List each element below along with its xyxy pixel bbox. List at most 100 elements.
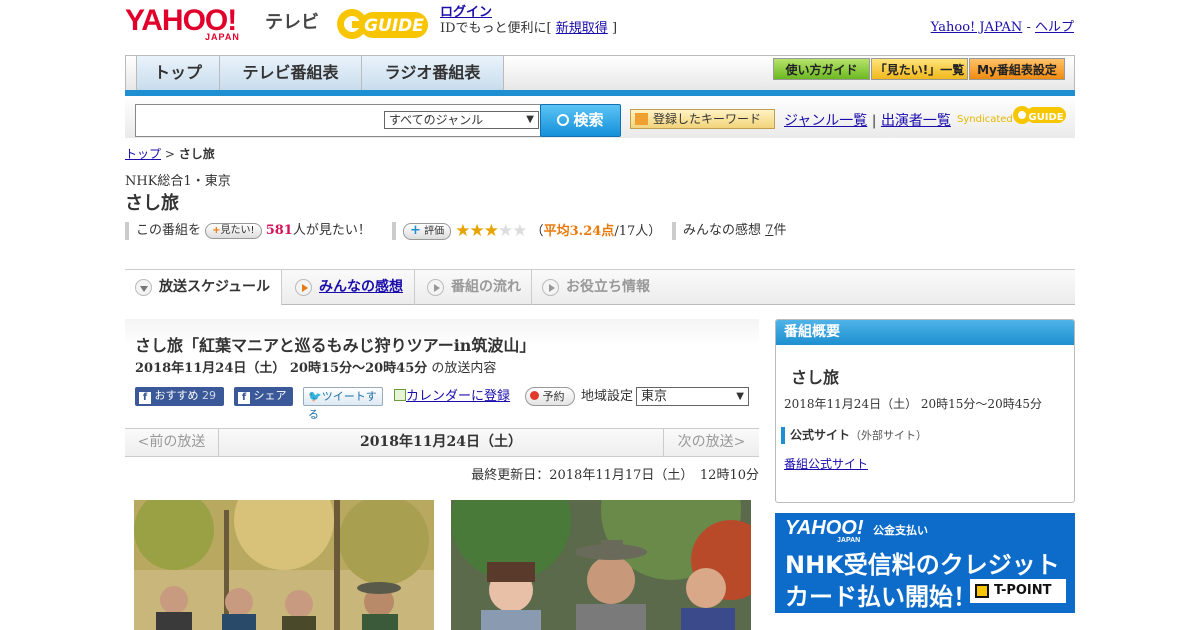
official-site-label: 公式サイト — [790, 428, 851, 442]
region-select[interactable]: 東京 ▼ — [636, 387, 749, 406]
summary-title: さし旅 — [791, 368, 840, 387]
recommend-label: おすすめ — [154, 389, 199, 402]
keyword-button-label: 登録したキーワード — [653, 112, 762, 126]
episode-date-suffix: の放送内容 — [431, 361, 497, 376]
gguide-text: GUIDE — [364, 16, 424, 36]
ad-line-1: NHK受信料のクレジット — [785, 551, 1060, 579]
want-count: 581 — [265, 223, 293, 238]
tpoint-icon — [975, 584, 989, 598]
tv-label: テレビ — [265, 12, 319, 33]
breadcrumb: トップ > さし旅 — [125, 145, 215, 162]
summary-datetime: 2018年11月24日（土） 20時15分～20時45分 — [784, 397, 1042, 411]
main-nav: トップ テレビ番組表 ラジオ番組表 使い方ガイド 「見たい!」一覧 My番組表設… — [125, 55, 1075, 91]
calendar-icon — [394, 389, 406, 401]
rate-button[interactable]: + 評価 — [403, 223, 452, 240]
prev-broadcast-link[interactable]: <前の放送 — [125, 429, 219, 456]
my-schedule-button[interactable]: My番組表設定 — [969, 58, 1065, 80]
gguide-logo[interactable]: GUIDE — [334, 6, 432, 42]
star-empty-icon: ★ — [497, 221, 513, 241]
login-link[interactable]: ログイン — [440, 5, 492, 20]
tab-info[interactable]: お役立ち情報 — [532, 270, 672, 305]
rating-count: /17人） — [614, 224, 662, 239]
syndicated-gguide-text: GUIDE — [1028, 112, 1063, 123]
tpoint-badge: T-POINT — [970, 579, 1066, 603]
rating-average: 平均3.24点 — [543, 224, 615, 239]
nav-tab-top[interactable]: トップ — [136, 56, 220, 90]
top-links-sep: - — [1026, 20, 1031, 35]
login-prompt: IDでもっと便利に[ — [440, 21, 552, 36]
guide-button[interactable]: 使い方ガイド — [773, 58, 870, 80]
nav-tab-radio[interactable]: ラジオ番組表 — [362, 56, 504, 90]
next-broadcast-link[interactable]: 次の放送> — [663, 429, 759, 456]
nav-tab-tv[interactable]: テレビ番組表 — [220, 56, 362, 90]
chevron-down-icon: ▼ — [736, 391, 744, 402]
yahoo-logo[interactable]: YAHOO! JAPAN — [125, 6, 260, 43]
calendar-area: カレンダーに登録 — [394, 387, 510, 406]
tab-info-label: お役立ち情報 — [566, 279, 650, 295]
login-close: ] — [611, 21, 618, 36]
region-label: 地域設定 — [581, 389, 634, 404]
syndicated-label: Syndicated — [957, 114, 1013, 125]
star-filled-icon: ★ — [483, 221, 499, 241]
program-tabs: 放送スケジュール みんなの感想 番組の流れ お役立ち情報 — [125, 269, 1075, 305]
play-icon — [542, 279, 559, 296]
tab-flow[interactable]: 番組の流れ — [417, 270, 532, 305]
recommend-count: 29 — [202, 389, 216, 402]
cast-list-link[interactable]: 出演者一覧 — [881, 113, 951, 129]
genre-list-link[interactable]: ジャンル一覧 — [784, 113, 867, 129]
star-filled-icon: ★ — [469, 221, 484, 241]
genre-select-value: すべてのジャンル — [389, 113, 484, 127]
play-icon — [427, 279, 444, 296]
search-icon — [557, 114, 570, 126]
rating-open: （ — [530, 224, 544, 239]
breadcrumb-current: さし旅 — [178, 147, 215, 161]
yahoo-japan-link[interactable]: Yahoo! JAPAN — [931, 20, 1023, 35]
ad-brand-sub: JAPAN — [837, 537, 861, 544]
last-updated: 最終更新日：2018年11月17日（土） 12時10分 — [471, 468, 759, 483]
chevron-down-icon: ▼ — [526, 114, 534, 125]
tab-impressions[interactable]: みんなの感想 — [285, 270, 415, 305]
search-button[interactable]: 検索 — [540, 104, 621, 137]
reserve-button[interactable]: 予約 — [525, 387, 575, 406]
want-list-button[interactable]: 「見たい!」一覧 — [871, 58, 968, 80]
star-empty-icon: ★ — [512, 221, 527, 241]
calendar-link[interactable]: カレンダーに登録 — [406, 389, 510, 404]
tab-impressions-label: みんなの感想 — [319, 279, 403, 295]
tab-flow-label: 番組の流れ — [451, 279, 521, 295]
facebook-icon: f — [139, 392, 151, 404]
nhk-fee-ad-banner[interactable]: YAHOO! JAPAN 公金支払い NHK受信料のクレジット カード払い開始！… — [775, 513, 1075, 613]
want-suffix: 人が見たい！ — [292, 223, 371, 238]
play-icon — [295, 279, 312, 296]
logo-sub: JAPAN — [205, 32, 240, 42]
tweet-button[interactable]: 🐦ツイートする — [303, 387, 383, 421]
star-filled-icon: ★ — [455, 221, 470, 241]
tab-schedule-label: 放送スケジュール — [159, 279, 271, 295]
facebook-icon: f — [238, 392, 250, 404]
record-icon — [530, 391, 539, 400]
impressions-prefix: みんなの感想 — [683, 223, 762, 238]
official-site-link[interactable]: 番組公式サイト — [784, 455, 868, 472]
impressions-suffix: 件 — [773, 223, 787, 238]
official-site-heading: 公式サイト（外部サイト） — [781, 427, 927, 444]
episode-date: 2018年11月24日（土） 20時15分～20時45分 の放送内容 — [135, 357, 496, 376]
share-label: シェア — [253, 389, 287, 402]
program-summary-panel: 番組概要 さし旅 2018年11月24日（土） 20時15分～20時45分 公式… — [775, 319, 1075, 503]
syndicated-gguide-logo: Syndicated GUIDE — [957, 103, 1067, 131]
breadcrumb-home[interactable]: トップ — [125, 147, 161, 161]
station-label: NHK総合1・東京 — [125, 174, 231, 189]
list-links: ジャンル一覧 | 出演者一覧 — [784, 110, 951, 130]
page-title: さし旅 — [125, 193, 179, 214]
facebook-share-button[interactable]: f シェア — [234, 387, 293, 406]
register-link[interactable]: 新規取得 — [556, 21, 608, 36]
tab-schedule[interactable]: 放送スケジュール — [125, 270, 282, 305]
keyword-button[interactable]: 登録したキーワード — [630, 109, 775, 129]
help-link[interactable]: ヘルプ — [1035, 20, 1074, 35]
facebook-recommend-button[interactable]: f おすすめ 29 — [135, 387, 224, 406]
genre-select[interactable]: すべてのジャンル ▼ — [384, 111, 539, 129]
want-button-label: 見たい! — [220, 224, 255, 236]
login-area: ログイン IDでもっと便利に[ 新規取得 ] — [440, 5, 617, 37]
dropdown-arrow-icon — [635, 113, 648, 125]
impressions-area: みんなの感想 7件 — [683, 220, 786, 242]
official-site-note: （外部サイト） — [850, 429, 928, 442]
want-button[interactable]: +見たい! — [205, 222, 262, 239]
